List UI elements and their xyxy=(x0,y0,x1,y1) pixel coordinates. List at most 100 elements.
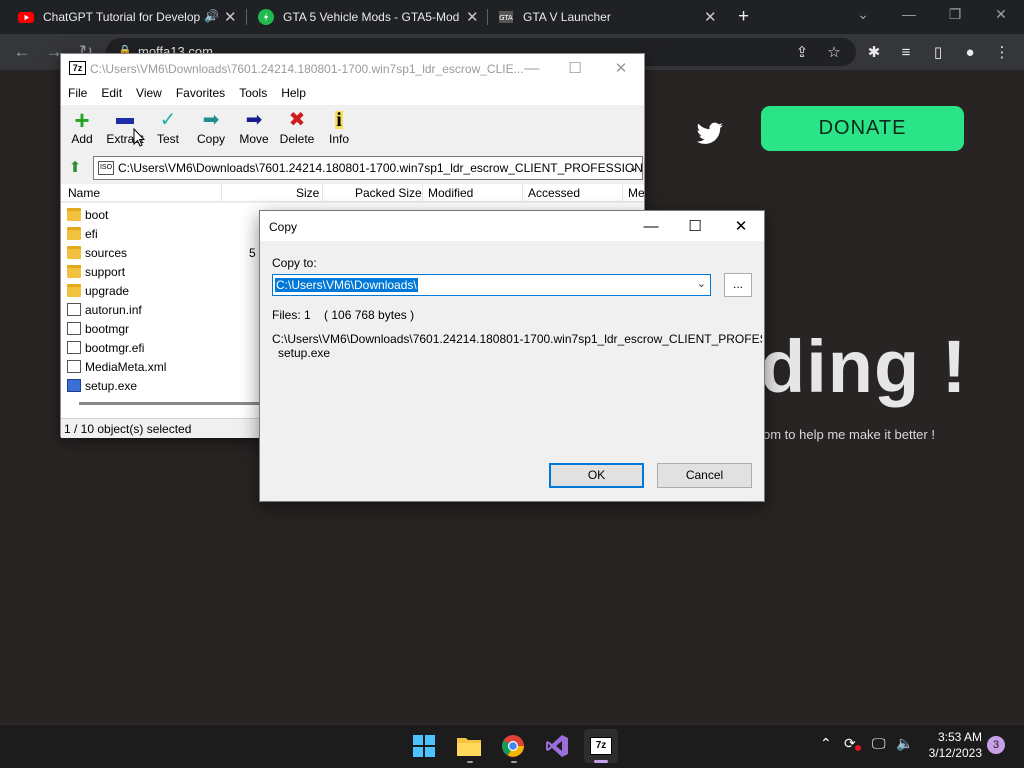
info-icon: i xyxy=(316,108,362,132)
info-button[interactable]: i Info xyxy=(316,108,362,152)
twitter-icon[interactable] xyxy=(696,122,724,146)
active-app-indicator xyxy=(594,760,608,763)
list-item[interactable]: upgrade xyxy=(67,281,129,300)
list-item[interactable]: support xyxy=(67,262,125,281)
file-name: bootmgr xyxy=(85,321,130,336)
menu-icon[interactable]: ⋮ xyxy=(990,40,1014,64)
share-icon[interactable]: ⇪ xyxy=(790,40,814,64)
tab-gta-v-launcher[interactable]: GTA GTA V Launcher ✕ xyxy=(498,0,720,34)
col-more[interactable]: Me xyxy=(628,186,645,200)
file-name: setup.exe xyxy=(85,378,138,393)
ok-button[interactable]: OK xyxy=(549,463,644,488)
delete-label: Delete xyxy=(279,132,315,146)
tab-separator xyxy=(487,9,488,25)
dialog-close-button[interactable]: ✕ xyxy=(719,214,763,238)
delete-x-icon: ✖ xyxy=(288,109,306,131)
speaker-icon[interactable]: 🔊 xyxy=(204,9,219,23)
volume-icon[interactable]: 🔈 xyxy=(896,735,913,752)
tab-chatgpt-tutorial[interactable]: ChatGPT Tutorial for Develop 🔊 ✕ xyxy=(18,0,240,34)
list-item[interactable]: autorun.inf xyxy=(67,300,142,319)
delete-button[interactable]: ✖ Delete xyxy=(274,108,320,152)
folder-up-icon[interactable]: ⬆ xyxy=(65,158,85,178)
restore-button[interactable]: ❐ xyxy=(932,0,978,28)
list-item[interactable]: sources xyxy=(67,243,127,262)
network-icon[interactable]: 🖵 xyxy=(872,735,886,752)
menu-favorites[interactable]: Favorites xyxy=(169,83,232,105)
gta5mods-icon xyxy=(258,9,274,25)
profile-icon[interactable]: ● xyxy=(958,40,982,64)
col-packed-size[interactable]: Packed Size xyxy=(355,186,422,200)
new-tab-button[interactable]: + xyxy=(738,6,749,28)
tab-search-icon[interactable]: ⌄ xyxy=(840,0,886,28)
tab-title: GTA V Launcher xyxy=(523,10,611,24)
info-label: Info xyxy=(328,132,349,146)
copy-label: Copy xyxy=(196,132,225,146)
youtube-icon xyxy=(18,12,34,23)
7zip-icon[interactable]: 7z xyxy=(584,729,618,763)
copy-button[interactable]: ➡ Copy xyxy=(188,108,234,152)
destination-combobox[interactable]: C:\Users\VM6\Downloads\ ⌄ xyxy=(272,274,711,296)
close-tab-icon[interactable]: ✕ xyxy=(704,8,717,26)
horizontal-scrollbar[interactable] xyxy=(79,402,279,405)
tab-separator xyxy=(246,9,247,25)
test-button[interactable]: ✓ Test xyxy=(145,108,191,152)
notification-badge[interactable]: 3 xyxy=(987,736,1005,754)
page-subtext: om to help me make it better ! xyxy=(763,427,935,442)
chevron-down-icon[interactable]: ⌄ xyxy=(697,277,706,290)
close-tab-icon[interactable]: ✕ xyxy=(224,8,237,26)
chrome-icon[interactable] xyxy=(496,729,530,763)
menu-view[interactable]: View xyxy=(129,83,169,105)
folder-icon xyxy=(67,284,81,297)
dialog-minimize-button[interactable]: — xyxy=(629,214,673,238)
menu-help[interactable]: Help xyxy=(274,83,313,105)
chevron-up-icon[interactable]: ⌃ xyxy=(820,735,832,752)
list-item[interactable]: efi xyxy=(67,224,98,243)
plus-icon: + xyxy=(74,105,90,135)
file-name: boot xyxy=(85,207,109,222)
bookmark-star-icon[interactable]: ☆ xyxy=(822,40,846,64)
side-panel-icon[interactable]: ▯ xyxy=(926,40,950,64)
start-icon[interactable] xyxy=(407,729,441,763)
add-button[interactable]: + Add xyxy=(59,105,105,152)
back-icon[interactable]: ← xyxy=(10,40,34,64)
list-item[interactable]: bootmgr.efi xyxy=(67,338,144,357)
menu-tools[interactable]: Tools xyxy=(232,83,274,105)
chevron-down-icon[interactable]: ⌄ xyxy=(629,161,638,174)
col-size[interactable]: Size xyxy=(296,186,319,200)
7zip-maximize-button[interactable]: ☐ xyxy=(555,57,595,79)
list-item[interactable]: MediaMeta.xml xyxy=(67,357,166,376)
browse-button[interactable]: ... xyxy=(724,273,752,297)
tab-gta5-mods[interactable]: GTA 5 Vehicle Mods - GTA5-Mod ✕ xyxy=(258,0,480,34)
list-item[interactable]: bootmgr xyxy=(67,319,129,338)
dialog-maximize-button[interactable]: ☐ xyxy=(673,214,717,238)
path-combobox[interactable]: ISO C:\Users\VM6\Downloads\7601.24214.18… xyxy=(93,156,643,180)
col-name[interactable]: Name xyxy=(68,186,100,200)
move-button[interactable]: ➡ Move xyxy=(231,108,277,152)
sync-icon[interactable]: ⟳ xyxy=(844,735,856,752)
close-tab-icon[interactable]: ✕ xyxy=(466,8,479,26)
col-modified[interactable]: Modified xyxy=(428,186,473,200)
list-item[interactable]: boot xyxy=(67,205,108,224)
folder-icon xyxy=(67,246,81,259)
clock[interactable]: 3:53 AM 3/12/2023 xyxy=(920,729,982,761)
media-control-icon[interactable]: ≡ xyxy=(894,40,918,64)
7zip-title: C:\Users\VM6\Downloads\7601.24214.180801… xyxy=(90,62,524,76)
copy-arrow-icon: ➡ xyxy=(202,109,220,131)
file-explorer-icon[interactable] xyxy=(452,729,486,763)
extensions-icon[interactable]: ✱ xyxy=(862,40,886,64)
menu-file[interactable]: File xyxy=(61,83,94,105)
7zip-close-button[interactable]: ✕ xyxy=(601,57,641,79)
clock-time: 3:53 AM xyxy=(937,730,982,744)
menu-edit[interactable]: Edit xyxy=(94,83,129,105)
visual-studio-icon[interactable] xyxy=(540,729,574,763)
source-file: setup.exe xyxy=(278,346,331,360)
close-window-button[interactable]: ✕ xyxy=(978,0,1024,28)
col-accessed[interactable]: Accessed xyxy=(528,186,580,200)
minimize-button[interactable]: — xyxy=(886,0,932,28)
7zip-minimize-button[interactable]: — xyxy=(512,57,552,79)
running-app-indicator xyxy=(467,761,473,763)
donate-button[interactable]: DONATE xyxy=(761,106,964,151)
list-item-selected[interactable]: setup.exe xyxy=(67,376,137,395)
file-name: sources xyxy=(85,245,128,260)
cancel-button[interactable]: Cancel xyxy=(657,463,752,488)
